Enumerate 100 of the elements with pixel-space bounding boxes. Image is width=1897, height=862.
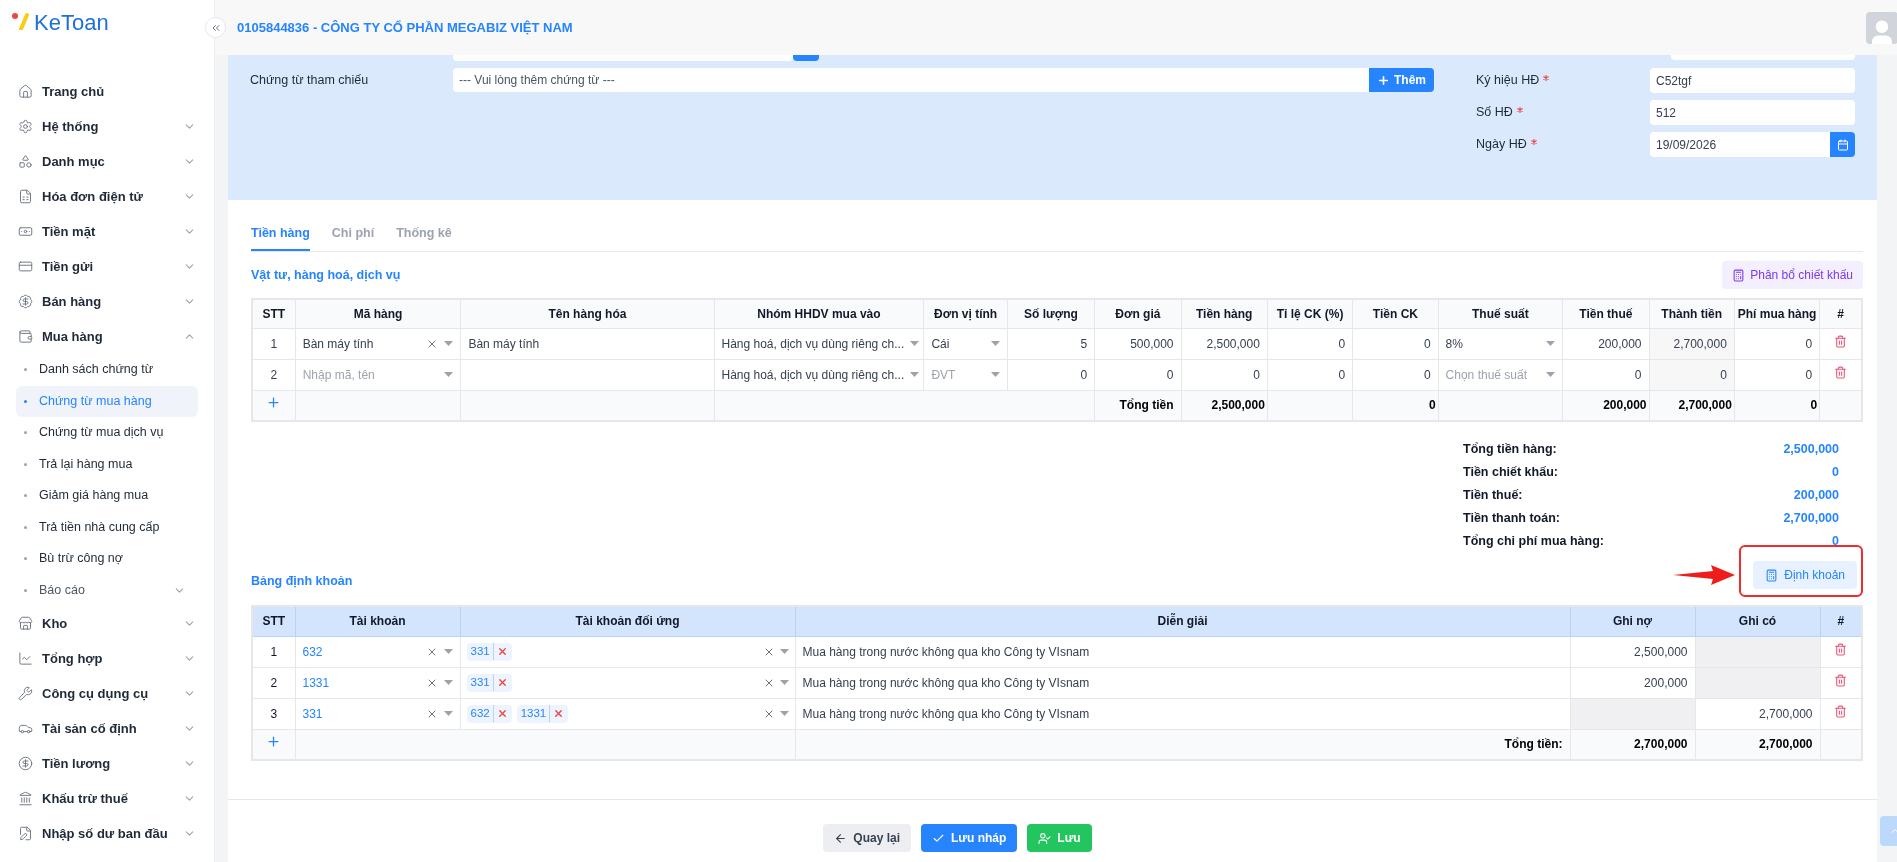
column-header: Tiền CK bbox=[1352, 299, 1439, 328]
table-cell: 1 bbox=[252, 328, 296, 359]
column-header: Tên hàng hóa bbox=[460, 299, 714, 328]
caret-icon bbox=[444, 372, 454, 377]
input-field[interactable] bbox=[1671, 55, 1855, 60]
caret-icon bbox=[910, 341, 920, 346]
remove-icon[interactable] bbox=[496, 646, 508, 657]
remove-icon[interactable] bbox=[496, 677, 508, 688]
select-field[interactable]: 8% bbox=[1438, 328, 1563, 359]
sidebar-item[interactable]: Tiền lương bbox=[8, 746, 206, 781]
section-title: Bảng định khoản bbox=[251, 573, 353, 591]
summary-label: Tiền thuế: bbox=[1463, 487, 1523, 505]
sidebar-item[interactable]: Bán hàng bbox=[8, 284, 206, 319]
input-field[interactable] bbox=[453, 55, 793, 61]
caret-icon bbox=[444, 341, 454, 346]
field-label: Chứng từ tham chiếu bbox=[250, 72, 370, 89]
select-field[interactable]: Hàng hoá, dịch vụ dùng riêng ch... bbox=[714, 359, 924, 390]
table-cell: 1 bbox=[252, 636, 295, 667]
sidebar-item[interactable]: Hệ thống bbox=[8, 109, 206, 144]
bullet-icon bbox=[24, 368, 27, 372]
wallet-icon bbox=[18, 329, 33, 344]
arrow-left-icon bbox=[834, 831, 848, 845]
column-header: Tiền hàng bbox=[1181, 299, 1268, 328]
caret-icon bbox=[779, 680, 789, 685]
bank-icon bbox=[18, 791, 33, 806]
delete-button[interactable] bbox=[1834, 365, 1848, 379]
table-cell: 0 bbox=[1734, 359, 1820, 390]
tag-text: 632 bbox=[470, 704, 494, 723]
sidebar-subitem[interactable]: Bù trừ công nợ bbox=[16, 543, 198, 575]
summary-value: 0 bbox=[1832, 533, 1839, 551]
sidebar-item[interactable]: Hóa đơn điện tử bbox=[8, 179, 206, 214]
sidebar-subitem[interactable]: Chứng từ mua dịch vụ bbox=[16, 417, 198, 449]
allocate-discount-button[interactable]: Phân bổ chiết khấu bbox=[1722, 261, 1863, 289]
footer-button[interactable]: Lưu nháp bbox=[921, 824, 1018, 852]
select-field[interactable]: 1331 bbox=[295, 667, 460, 698]
column-header: Thành tiền bbox=[1649, 299, 1735, 328]
sidebar-subitem[interactable]: Trả lại hàng mua bbox=[16, 448, 198, 480]
sidebar-item[interactable]: Tổng hợp bbox=[8, 641, 206, 676]
sidebar-item[interactable]: Mua hàng bbox=[8, 319, 206, 354]
plus-icon bbox=[1377, 73, 1390, 87]
remove-icon[interactable] bbox=[553, 708, 565, 719]
calculator-icon bbox=[1732, 268, 1746, 282]
select-field[interactable]: Bàn máy tính bbox=[295, 328, 461, 359]
bullet-icon bbox=[24, 462, 27, 466]
add-button[interactable]: Thêm bbox=[1369, 68, 1434, 92]
table-cell: 200,000 bbox=[1570, 667, 1695, 698]
table-cell: 0 bbox=[1649, 359, 1735, 390]
sidebar-subitem[interactable]: Giảm giá hàng mua bbox=[16, 480, 198, 512]
select-field[interactable]: 331 bbox=[295, 698, 460, 729]
bullet-icon bbox=[24, 494, 27, 498]
sidebar-item[interactable]: Tài sản cố định bbox=[8, 711, 206, 746]
tab[interactable]: Tiền hàng bbox=[251, 224, 310, 251]
remove-icon[interactable] bbox=[496, 708, 508, 719]
table-cell: Bàn máy tính bbox=[460, 328, 714, 359]
input-field[interactable]: C52tgf bbox=[1650, 68, 1855, 93]
credit-card-icon bbox=[18, 259, 33, 274]
reference-input[interactable]: --- Vui lòng thêm chứng từ --- bbox=[453, 68, 1369, 92]
column-header: Ghi có bbox=[1695, 606, 1820, 636]
sidebar-item[interactable]: Khấu trừ thuế bbox=[8, 781, 206, 816]
delete-button[interactable] bbox=[1834, 334, 1848, 348]
select-field[interactable]: Cái bbox=[924, 328, 1007, 359]
sidebar-item[interactable]: Tiền gửi bbox=[8, 249, 206, 284]
summary-label: Tổng chi phí mua hàng: bbox=[1463, 533, 1604, 551]
sidebar-item[interactable]: Trang chủ bbox=[8, 74, 206, 109]
add-row-button[interactable] bbox=[266, 734, 282, 750]
user-check-icon bbox=[1038, 831, 1052, 845]
input-field[interactable]: 512 bbox=[1650, 100, 1855, 125]
footer-button[interactable]: Quay lại bbox=[823, 824, 911, 852]
store-icon bbox=[18, 616, 33, 631]
table-cell: 0 bbox=[1734, 328, 1820, 359]
sidebar-subitem[interactable]: Báo cáo bbox=[16, 574, 198, 606]
sidebar-item[interactable]: Danh mục bbox=[8, 144, 206, 179]
calendar-button[interactable] bbox=[793, 55, 819, 61]
trash-icon bbox=[1834, 704, 1848, 718]
input-field[interactable]: 19/09/2026 bbox=[1650, 132, 1830, 157]
bullet-icon bbox=[24, 588, 27, 592]
dollar-badge-icon bbox=[18, 294, 33, 309]
sidebar-subitem[interactable]: Danh sách chứng từ bbox=[16, 354, 198, 386]
caret-icon bbox=[443, 649, 453, 654]
column-header: Ghi nợ bbox=[1570, 606, 1695, 636]
summary-label: Tổng tiền hàng: bbox=[1463, 441, 1557, 459]
summary-value: 2,700,000 bbox=[1783, 510, 1839, 528]
table-cell: 3 bbox=[252, 698, 295, 729]
sidebar-item[interactable]: Kho bbox=[8, 606, 206, 641]
sidebar-item[interactable]: Tiền mặt bbox=[8, 214, 206, 249]
delete-button[interactable] bbox=[1834, 642, 1848, 656]
delete-button[interactable] bbox=[1834, 673, 1848, 687]
bullet-icon bbox=[24, 525, 27, 529]
caret-icon bbox=[443, 680, 453, 685]
calendar-button[interactable] bbox=[1830, 132, 1855, 157]
trash-icon bbox=[1834, 365, 1848, 379]
select-field[interactable]: 632 bbox=[295, 636, 460, 667]
sidebar-item[interactable]: Công cụ dụng cụ bbox=[8, 676, 206, 711]
select-field[interactable]: Hàng hoá, dịch vụ dùng riêng ch... bbox=[714, 328, 924, 359]
sidebar-item[interactable]: Nhập số dư ban đầu bbox=[8, 816, 206, 851]
sidebar-subitem[interactable]: Trả tiền nhà cung cấp bbox=[16, 511, 198, 543]
delete-button[interactable] bbox=[1834, 704, 1848, 718]
add-row-button[interactable] bbox=[266, 395, 282, 411]
line-chart-icon bbox=[18, 651, 33, 666]
column-header: Tài khoản bbox=[295, 606, 460, 636]
